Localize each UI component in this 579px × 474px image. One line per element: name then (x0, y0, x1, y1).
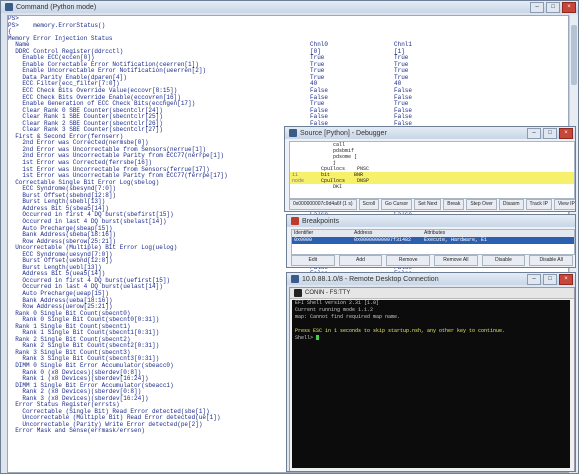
breakpoint-icon (291, 217, 299, 225)
scroll-thumb[interactable] (571, 25, 577, 85)
breakpoint-action-button[interactable]: Remove (386, 255, 431, 266)
debugger-close-button[interactable]: × (559, 128, 573, 139)
debugger-toolbar-button[interactable]: Step Over (466, 199, 497, 210)
remote-maximize-button[interactable]: □ (543, 274, 557, 285)
debugger-toolbar-button[interactable]: Go Cursor (381, 199, 413, 210)
remote-desktop-title: 10.0.88.1.0/8 - Remote Desktop Connectio… (302, 275, 439, 283)
breakpoints-buttons: Edit Add Remove Remove All Disable Disable Al… (291, 255, 574, 266)
shell-line: Shell> (292, 335, 570, 342)
table-header: Identifier Address Attributes (292, 230, 574, 237)
text-cursor (316, 335, 320, 341)
shell-line-text: EFI Shell version 2.31 [1.0] (295, 300, 380, 306)
table-cell: Execute, Hardware, E1 (424, 237, 488, 243)
maximize-button[interactable]: □ (546, 2, 560, 13)
source-line[interactable] (290, 190, 574, 196)
breakpoint-action-button[interactable]: Remove All (434, 255, 478, 266)
remote-session: CONIN - FS:TTY EFI Shell version 2.31 [1… (289, 287, 575, 471)
close-button[interactable]: × (562, 2, 576, 13)
debugger-icon (289, 129, 297, 137)
shell-line-text: Shell> (295, 335, 317, 341)
breakpoints-table: Identifier Address Attributes 0x0000 0x0000… (291, 229, 575, 255)
table-cell: 0x0000 (294, 237, 313, 243)
column-header: Address (354, 230, 373, 236)
breakpoints-titlebar: Breakpoints (287, 215, 575, 227)
shell-line-text: Current running mode 1.1.2 (295, 307, 374, 313)
debugger-titlebar: Source [Python] - Debugger – □ × (285, 127, 575, 139)
source-code-view[interactable]: call pdsbmif pdsome [ j CpuIlocs PNSC 11 … (289, 141, 575, 199)
breakpoint-action-button[interactable]: Disable All (529, 255, 574, 266)
debugger-window: Source [Python] - Debugger – □ × call pd… (284, 126, 576, 212)
debugger-toolbar-button[interactable]: View IP (553, 199, 575, 210)
debugger-toolbar-button[interactable]: Set Next (414, 199, 442, 210)
shell-line: map: Cannot find required map name. (292, 314, 570, 321)
debugger-toolbar-button[interactable]: Disasm (498, 199, 524, 210)
debugger-toolbar-button[interactable]: 0x000000007c9d4a6f (1 s) (289, 199, 357, 210)
column-header: Attributes (424, 230, 446, 236)
breakpoints-title: Breakpoints (302, 217, 339, 225)
command-window-title: Command (Python mode) (16, 3, 97, 11)
shell-titlebar: CONIN - FS:TTY (290, 288, 574, 299)
breakpoint-action-button[interactable]: Add (338, 255, 383, 266)
console-line-text: PS> memory.ErrorStatus() (8, 21, 106, 29)
remote-minimize-button[interactable]: – (527, 274, 541, 285)
debugger-minimize-button[interactable]: – (527, 128, 541, 139)
shell-line: EFI Shell version 2.31 [1.0] (292, 300, 570, 307)
remote-desktop-icon (291, 275, 299, 283)
shell-title: CONIN - FS:TTY (305, 290, 351, 296)
remote-close-button[interactable]: × (559, 274, 573, 285)
debugger-title: Source [Python] - Debugger (300, 129, 387, 137)
table-cell: 0x00000000007f31482 (354, 237, 412, 243)
shell-line-text: map: Cannot find required map name. (295, 314, 401, 320)
debugger-toolbar-button[interactable]: Scroll (358, 199, 380, 210)
remote-desktop-window: 10.0.88.1.0/8 - Remote Desktop Connectio… (286, 272, 576, 472)
breakpoints-window: Breakpoints Identifier Address Attributes … (286, 214, 576, 268)
console-line-text: Error Mask and Sense(errmask/errsen) (8, 427, 145, 435)
shell-line-text: Press ESC in 1 seconds to skip startup.n… (295, 328, 506, 334)
app-icon (5, 3, 13, 11)
minimize-button[interactable]: – (530, 2, 544, 13)
table-row[interactable]: 0x0000 0x00000000007f31482 Execute, Hardwa… (292, 237, 574, 244)
breakpoint-action-button[interactable]: Disable (481, 255, 526, 266)
command-window-titlebar: Command (Python mode) – □ × (1, 1, 578, 13)
debugger-toolbar-button[interactable]: Track IP (525, 199, 552, 210)
breakpoint-action-button[interactable]: Edit (291, 255, 335, 266)
efi-shell-console[interactable]: EFI Shell version 2.31 [1.0] Current runn… (292, 300, 570, 468)
terminal-icon (294, 289, 302, 297)
shell-line: Current running mode 1.1.2 (292, 307, 570, 314)
debugger-maximize-button[interactable]: □ (543, 128, 557, 139)
debugger-toolbar-button[interactable]: Break (443, 199, 465, 210)
remote-desktop-titlebar: 10.0.88.1.0/8 - Remote Desktop Connectio… (287, 273, 575, 285)
column-header: Identifier (294, 230, 314, 236)
shell-line: Press ESC in 1 seconds to skip startup.n… (292, 328, 570, 335)
debugger-toolbar: 0x000000007c9d4a6f (1 s) Scroll Go Cursor S… (289, 199, 575, 210)
